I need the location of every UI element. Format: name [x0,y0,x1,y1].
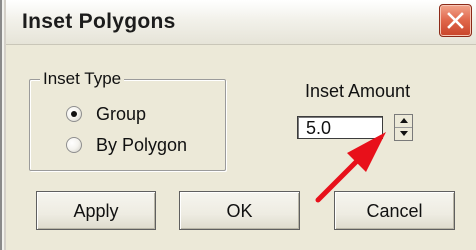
cancel-button[interactable]: Cancel [334,191,455,230]
down-arrow-icon [400,131,408,136]
group-radio[interactable] [66,106,82,122]
inset-amount-label: Inset Amount [305,81,411,101]
window-title: Inset Polygons [22,10,176,33]
inset-type-legend: Inset Type [40,69,125,89]
inset-type-group [29,79,226,171]
radio-selected-dot [71,111,77,117]
title-bar[interactable]: Inset Polygons [6,0,476,45]
apply-button[interactable]: Apply [36,191,156,230]
up-arrow-icon [400,118,408,123]
close-icon [447,12,464,29]
ok-button[interactable]: OK [179,191,300,230]
by-polygon-radio-label[interactable]: By Polygon [96,135,187,156]
group-radio-label[interactable]: Group [96,104,146,125]
close-button[interactable] [439,4,472,37]
by-polygon-radio[interactable] [66,137,82,153]
